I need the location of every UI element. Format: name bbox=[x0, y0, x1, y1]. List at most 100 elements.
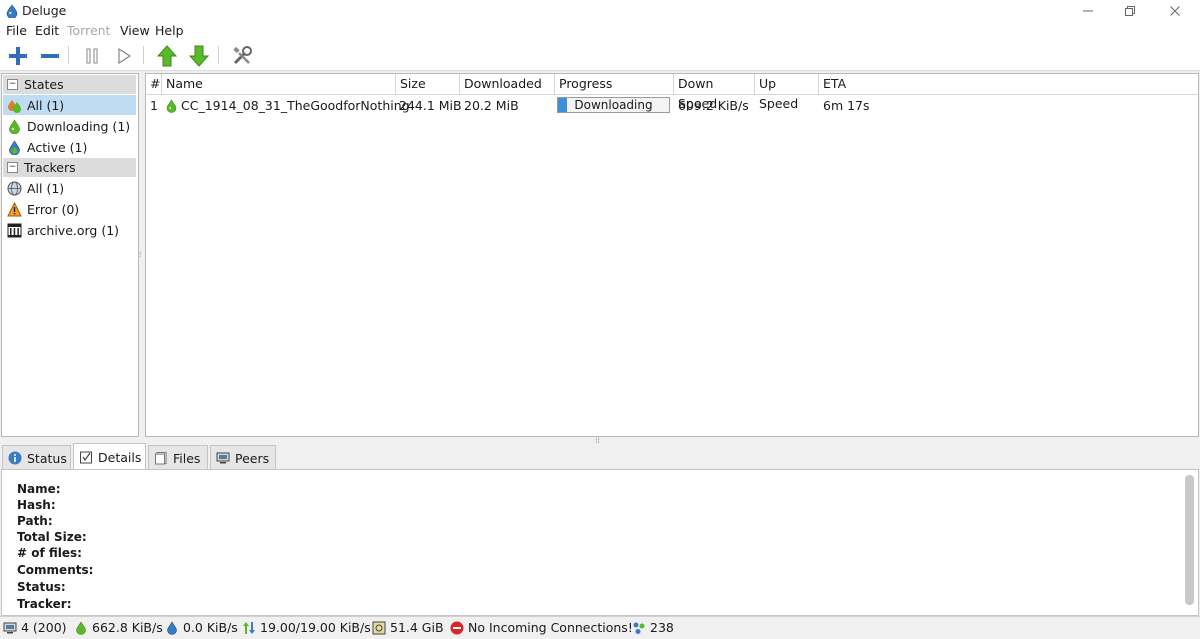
minimize-button[interactable] bbox=[1068, 0, 1108, 22]
dht-icon bbox=[633, 622, 645, 634]
resume-button[interactable] bbox=[112, 44, 136, 68]
trackers-header-label: Trackers bbox=[24, 160, 76, 175]
sidebar: − States All (1) Downloading (1) Active … bbox=[1, 73, 139, 437]
status-incoming-value: No Incoming Connections! bbox=[468, 620, 633, 635]
play-icon bbox=[118, 47, 132, 65]
status-download-speed[interactable]: 662.8 KiB/s bbox=[74, 620, 164, 636]
trackers-header[interactable]: − Trackers bbox=[3, 158, 136, 177]
sidebar-item-label: Downloading (1) bbox=[27, 119, 131, 134]
menu-edit[interactable]: Edit bbox=[35, 23, 59, 38]
column-header-number[interactable]: # bbox=[146, 74, 162, 94]
sidebar-item-all-states[interactable]: All (1) bbox=[3, 95, 136, 115]
column-header-progress[interactable]: Progress bbox=[555, 74, 674, 94]
arrow-up-icon bbox=[156, 45, 178, 67]
column-header-size[interactable]: Size bbox=[396, 74, 460, 94]
column-header-down-speed[interactable]: Down Speed bbox=[674, 74, 755, 111]
menu-torrent[interactable]: Torrent bbox=[67, 23, 110, 38]
globe-icon bbox=[7, 181, 22, 196]
peers-icon bbox=[216, 452, 230, 464]
menu-bar: File Edit Torrent View Help bbox=[0, 22, 1200, 40]
tab-peers[interactable]: Peers bbox=[210, 445, 276, 469]
torrent-list: # Name Size Downloaded Progress Down Spe… bbox=[145, 73, 1199, 437]
restore-button[interactable] bbox=[1110, 0, 1150, 22]
downloading-icon bbox=[9, 119, 20, 134]
sidebar-splitter[interactable]: ⁞ bbox=[139, 250, 143, 260]
status-upload-speed[interactable]: 0.0 KiB/s bbox=[165, 620, 239, 636]
details-panel: Name: Hash: Path: Total Size: # of files… bbox=[1, 469, 1199, 616]
connections-icon bbox=[3, 622, 17, 634]
status-connections-value: 4 (200) bbox=[21, 620, 67, 635]
torrent-name: CC_1914_08_31_TheGoodforNothing bbox=[181, 98, 410, 113]
status-incoming-connections[interactable]: No Incoming Connections! bbox=[450, 620, 633, 636]
detail-label-name: Name: bbox=[17, 482, 61, 496]
progress-bar: Downloading 8.00% bbox=[557, 97, 670, 113]
sidebar-item-all-trackers[interactable]: All (1) bbox=[3, 178, 136, 198]
all-states-icon bbox=[8, 100, 21, 113]
tab-label: Peers bbox=[235, 451, 270, 466]
restore-icon bbox=[1125, 6, 1135, 16]
toolbar bbox=[0, 40, 1200, 71]
warning-icon bbox=[7, 202, 22, 217]
detail-label-comments: Comments: bbox=[17, 563, 94, 577]
tab-status[interactable]: Status bbox=[2, 445, 71, 469]
queue-up-button[interactable] bbox=[155, 44, 179, 68]
sidebar-item-archive-org[interactable]: archive.org (1) bbox=[3, 220, 136, 240]
row-number: 1 bbox=[150, 98, 158, 113]
details-scrollbar[interactable] bbox=[1185, 475, 1194, 605]
no-entry-icon bbox=[450, 621, 464, 635]
sidebar-item-downloading[interactable]: Downloading (1) bbox=[3, 116, 136, 136]
sidebar-item-label: All (1) bbox=[27, 181, 65, 196]
pane-splitter[interactable]: ⁞⁞ bbox=[595, 436, 600, 445]
minus-icon bbox=[41, 54, 59, 58]
preferences-button[interactable] bbox=[230, 44, 254, 68]
sidebar-item-label: Active (1) bbox=[27, 140, 88, 155]
files-icon bbox=[155, 452, 167, 465]
states-header[interactable]: − States bbox=[3, 75, 136, 94]
torrent-list-header: # Name Size Downloaded Progress Down Spe… bbox=[146, 74, 1198, 111]
tab-label: Status bbox=[27, 451, 67, 466]
toolbar-separator bbox=[143, 46, 144, 64]
status-dht-nodes: 238 bbox=[632, 620, 678, 636]
collapse-icon: − bbox=[7, 162, 18, 173]
sidebar-item-error[interactable]: Error (0) bbox=[3, 199, 136, 219]
torrent-down-speed: 609.2 KiB/s bbox=[678, 98, 749, 113]
column-header-downloaded[interactable]: Downloaded bbox=[460, 74, 555, 94]
plus-icon bbox=[9, 47, 27, 65]
tools-icon bbox=[233, 46, 252, 65]
menu-help[interactable]: Help bbox=[155, 23, 184, 38]
tab-files[interactable]: Files bbox=[148, 445, 208, 469]
menu-view[interactable]: View bbox=[120, 23, 150, 38]
sidebar-item-label: All (1) bbox=[27, 98, 65, 113]
downloading-icon bbox=[166, 99, 177, 113]
deluge-logo-icon bbox=[6, 4, 18, 18]
details-icon bbox=[80, 451, 92, 464]
title-bar: Deluge bbox=[0, 0, 1200, 22]
remove-torrent-button[interactable] bbox=[38, 44, 62, 68]
disk-icon bbox=[372, 621, 386, 635]
active-icon bbox=[9, 140, 20, 155]
archive-icon bbox=[7, 223, 22, 238]
status-connections[interactable]: 4 (200) bbox=[3, 620, 69, 636]
status-protocol-traffic: 19.00/19.00 KiB/s bbox=[242, 620, 371, 636]
detail-label-status: Status: bbox=[17, 580, 66, 594]
queue-down-button[interactable] bbox=[187, 44, 211, 68]
add-torrent-button[interactable] bbox=[6, 44, 30, 68]
column-header-eta[interactable]: ETA bbox=[819, 74, 879, 94]
torrent-downloaded: 20.2 MiB bbox=[464, 98, 519, 113]
sidebar-item-active[interactable]: Active (1) bbox=[3, 137, 136, 157]
tab-details[interactable]: Details bbox=[73, 443, 146, 470]
status-dht-value: 238 bbox=[650, 620, 674, 635]
progress-text: Downloading 8.00% bbox=[574, 98, 653, 112]
minimize-icon bbox=[1083, 10, 1093, 12]
close-icon bbox=[1170, 6, 1180, 16]
detail-label-hash: Hash: bbox=[17, 498, 56, 512]
status-upload-value: 0.0 KiB/s bbox=[183, 620, 238, 635]
column-header-up-speed[interactable]: Up Speed bbox=[755, 74, 819, 111]
close-button[interactable] bbox=[1155, 0, 1195, 22]
pause-icon bbox=[86, 48, 98, 64]
pause-button[interactable] bbox=[80, 44, 104, 68]
torrent-size: 244.1 MiB bbox=[399, 98, 462, 113]
protocol-traffic-icon bbox=[243, 622, 255, 634]
menu-file[interactable]: File bbox=[6, 23, 27, 38]
column-header-name[interactable]: Name bbox=[162, 74, 396, 94]
